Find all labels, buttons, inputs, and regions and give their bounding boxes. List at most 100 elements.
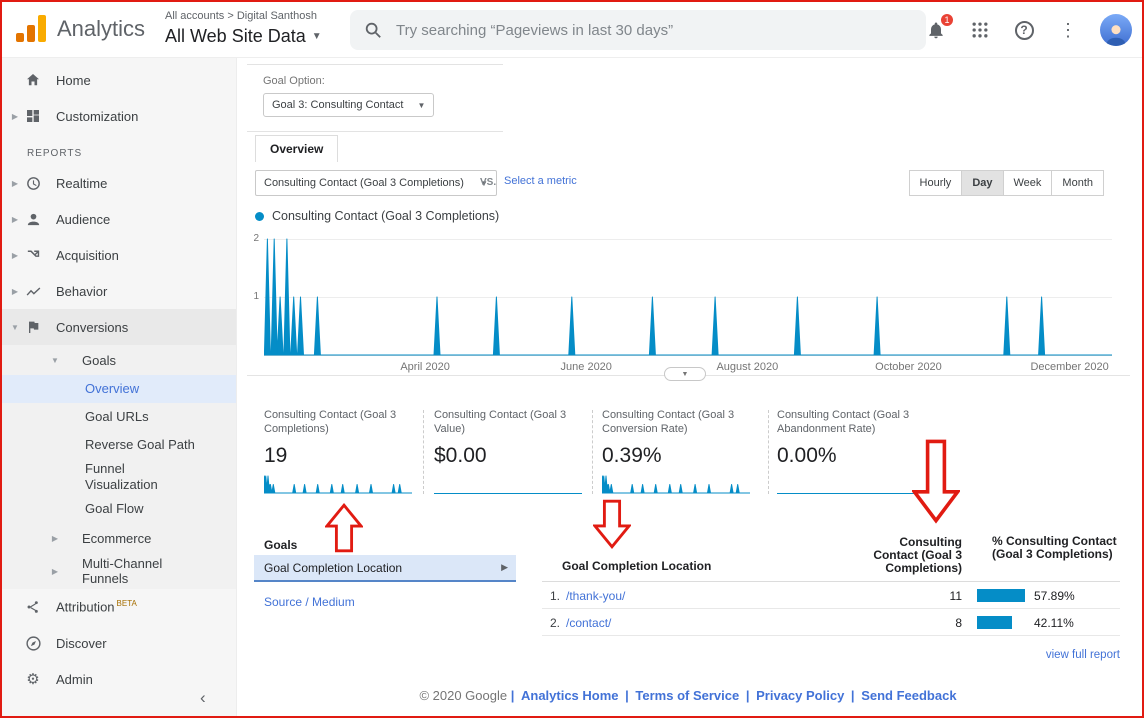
footer-link-analytics-home[interactable]: Analytics Home — [521, 688, 619, 703]
sidebar-item-multi-channel-funnels[interactable]: ▶ Multi-Channel Funnels — [2, 553, 236, 589]
person-icon — [1106, 25, 1126, 46]
sidebar-item-discover[interactable]: Discover — [2, 625, 236, 661]
series-dot-icon — [255, 211, 264, 221]
vs-label: VS. — [480, 177, 497, 188]
property-selector[interactable]: All Web Site Data ▼ — [165, 26, 322, 47]
card-separator — [592, 410, 593, 494]
sparkline-chart — [434, 493, 582, 494]
sidebar-item-conversions[interactable]: ▼ Conversions — [2, 309, 236, 345]
app-name: Analytics — [57, 16, 146, 41]
sidebar-item-attribution[interactable]: Attribution BETA — [2, 589, 236, 625]
view-full-report-link[interactable]: view full report — [1046, 649, 1120, 661]
footer-link-privacy[interactable]: Privacy Policy — [756, 688, 844, 703]
percent-value: 57.89% — [1034, 589, 1075, 603]
sidebar-item-ecommerce[interactable]: ▶ Ecommerce — [2, 523, 236, 553]
select-a-metric-link[interactable]: Select a metric — [504, 175, 577, 187]
sidebar-item-behavior[interactable]: ▶ Behavior — [2, 273, 236, 309]
sidebar-item-home[interactable]: Home — [2, 62, 236, 98]
screenshot-frame: Analytics All accounts > Digital Santhos… — [0, 0, 1144, 718]
location-link[interactable]: /thank-you/ — [566, 589, 625, 603]
granularity-day-button[interactable]: Day — [961, 170, 1004, 196]
notifications-button[interactable]: 1 — [924, 12, 955, 42]
breadcrumb[interactable]: All accounts > Digital Santhosh — [165, 10, 317, 22]
sidebar-item-audience[interactable]: ▶ Audience — [2, 201, 236, 237]
scorecard-value: $0.00 — [434, 444, 487, 467]
help-button[interactable]: ? — [1012, 18, 1036, 42]
dimension-source-medium-link[interactable]: Source / Medium — [264, 595, 355, 609]
row-rank: 2. — [550, 616, 561, 630]
sparkline-chart — [602, 475, 750, 494]
goals-panel-title: Goals — [264, 538, 298, 552]
sidebar-item-goals[interactable]: ▼ Goals — [2, 345, 236, 375]
goal-completions-table: Goal Completion Location Consulting Cont… — [542, 519, 1120, 661]
timeline-drag-handle[interactable]: ▼ — [664, 367, 706, 381]
sidebar-item-customization[interactable]: ▶ Customization — [2, 98, 236, 134]
copyright-text: © 2020 Google — [419, 688, 508, 703]
column-header-completions: Consulting Contact (Goal 3 Completions) — [873, 535, 962, 575]
acquisition-icon — [24, 246, 42, 264]
chevron-right-icon: ▶ — [501, 562, 508, 572]
sidebar-item-goal-urls[interactable]: Goal URLs — [2, 403, 236, 431]
apps-grid-icon — [972, 22, 988, 38]
y-axis-tick: 2 — [253, 233, 259, 244]
sidebar-item-goals-overview[interactable]: Overview — [2, 375, 236, 403]
trend-icon — [24, 282, 42, 300]
metric-selector-dropdown[interactable]: Consulting Contact (Goal 3 Completions) … — [255, 170, 497, 196]
share-nodes-icon — [24, 598, 42, 616]
search-icon — [365, 22, 381, 38]
tab-overview[interactable]: Overview — [255, 135, 339, 162]
sidebar-collapse-button[interactable]: ‹ — [200, 688, 206, 708]
beta-badge: BETA — [116, 599, 137, 609]
goal-option-dropdown[interactable]: Goal 3: Consulting Contact ▼ — [263, 93, 435, 117]
completions-value: 8 — [955, 616, 962, 630]
flag-icon — [24, 318, 42, 336]
explore-icon — [24, 634, 42, 652]
y-axis-tick: 1 — [253, 291, 259, 302]
granularity-hourly-button[interactable]: Hourly — [908, 170, 963, 196]
completions-value: 11 — [949, 589, 962, 603]
scorecard-value: 0.00% — [777, 444, 837, 467]
granularity-toggle: Hourly Day Week Month — [908, 170, 1104, 196]
percent-value: 42.11% — [1034, 616, 1074, 630]
apps-grid-button[interactable] — [968, 18, 992, 42]
granularity-week-button[interactable]: Week — [1002, 170, 1053, 196]
expand-icon: ▶ — [51, 533, 59, 543]
goal-option-label: Goal Option: — [263, 75, 325, 87]
sidebar-item-reverse-goal-path[interactable]: Reverse Goal Path — [2, 431, 236, 459]
expand-icon: ▶ — [11, 286, 19, 296]
expand-icon: ▶ — [11, 111, 19, 121]
card-separator — [423, 410, 424, 494]
top-app-bar: Analytics All accounts > Digital Santhos… — [2, 2, 1142, 58]
sidebar-item-acquisition[interactable]: ▶ Acquisition — [2, 237, 236, 273]
clock-icon — [24, 174, 42, 192]
chart-x-label: December 2020 — [1030, 361, 1109, 373]
sidebar-item-funnel-visualization[interactable]: Funnel Visualization — [2, 459, 236, 495]
row-rank: 1. — [550, 589, 561, 603]
chevron-down-icon: ▼ — [681, 370, 689, 378]
granularity-month-button[interactable]: Month — [1051, 170, 1104, 196]
collapse-icon: ▼ — [51, 355, 59, 365]
gear-icon: ⚙ — [26, 671, 40, 688]
table-row: 2. /contact/ 8 42.11% — [542, 609, 1120, 636]
more-menu-button[interactable]: ⋮ — [1056, 18, 1080, 42]
chart-legend: Consulting Contact (Goal 3 Completions) — [255, 209, 499, 223]
analytics-logo[interactable]: Analytics — [16, 14, 145, 44]
percent-bar — [977, 616, 1012, 629]
sidebar-item-realtime[interactable]: ▶ Realtime — [2, 165, 236, 201]
sidebar-item-goal-flow[interactable]: Goal Flow — [2, 495, 236, 523]
footer-link-terms[interactable]: Terms of Service — [635, 688, 739, 703]
search-input[interactable] — [396, 21, 912, 39]
location-link[interactable]: /contact/ — [566, 616, 611, 630]
avatar[interactable] — [1100, 14, 1132, 46]
header-actions: 1 ? ⋮ — [924, 12, 1132, 46]
expand-icon: ▶ — [11, 250, 19, 260]
home-icon — [24, 71, 42, 89]
scorecard-value: 19 — [264, 444, 288, 467]
main-content: Goal Option: Goal 3: Consulting Contact … — [237, 58, 1142, 716]
percent-bar — [977, 589, 1025, 602]
dimension-goal-completion-location[interactable]: Goal Completion Location ▶ — [254, 555, 516, 582]
scorecard-value: Consulting Contact (Goal 3 Value) $0.00 — [434, 408, 582, 495]
column-header-percent: % Consulting Contact (Goal 3 Completions… — [992, 534, 1117, 561]
footer-link-feedback[interactable]: Send Feedback — [861, 688, 956, 703]
scorecard-value: 0.39% — [602, 444, 662, 467]
